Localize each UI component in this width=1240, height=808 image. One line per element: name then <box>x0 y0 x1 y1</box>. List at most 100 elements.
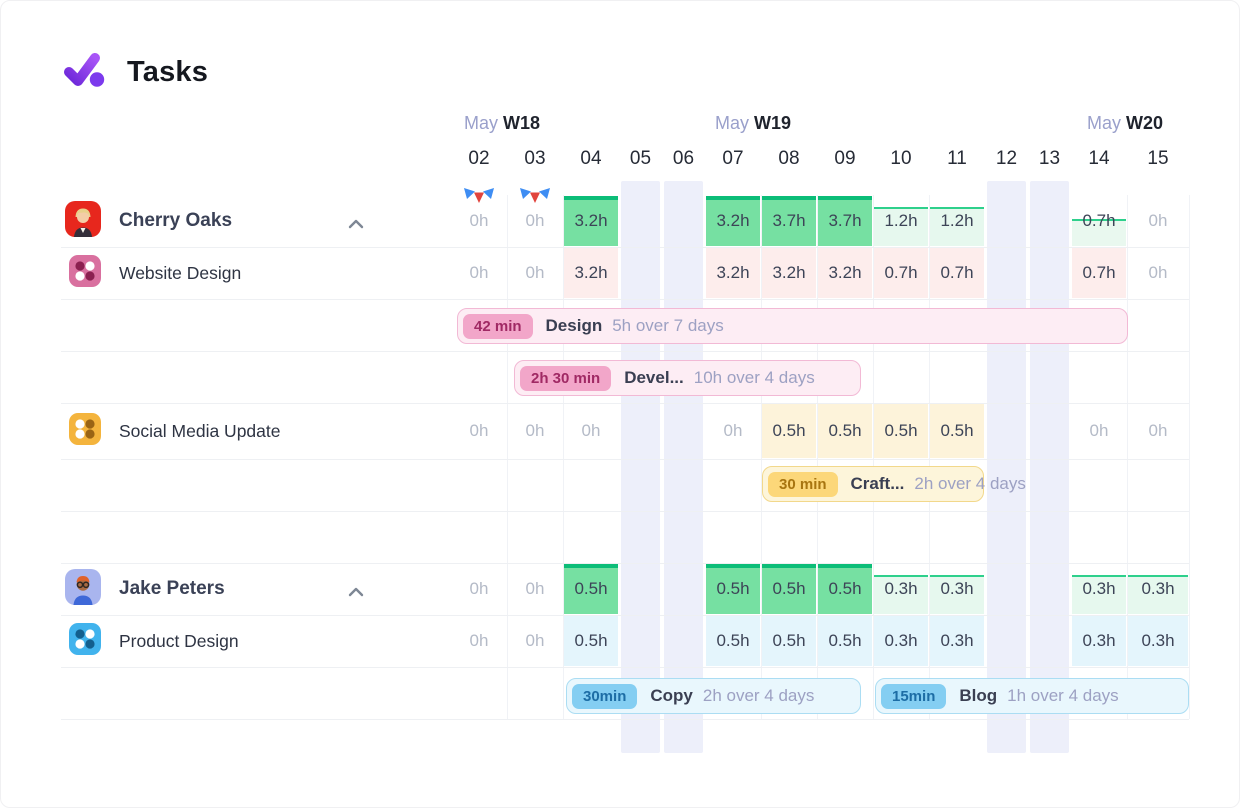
hour-cell[interactable]: 0.7h <box>1072 248 1126 298</box>
hour-cell[interactable]: 0.5h <box>706 616 760 666</box>
avatar <box>65 201 101 242</box>
hour-cell[interactable]: 0h <box>508 564 562 614</box>
column-gridline <box>1189 195 1190 719</box>
task-meta: 2h over 4 days <box>703 686 815 706</box>
project-row-label[interactable]: Social Media Update <box>69 415 280 447</box>
project-name: Website Design <box>119 263 241 284</box>
duration-badge: 30min <box>572 684 637 709</box>
hour-cell[interactable]: 0h <box>452 564 506 614</box>
day-header: 02 <box>451 146 507 172</box>
person-name: Cherry Oaks <box>119 210 232 232</box>
duration-badge: 30 min <box>768 472 838 497</box>
hour-cell[interactable]: 0.3h <box>930 616 984 666</box>
hour-cell[interactable]: 0.7h <box>874 248 928 298</box>
hour-cell[interactable]: 0.5h <box>564 564 618 614</box>
row-divider <box>61 459 1189 460</box>
hour-cell[interactable]: 0.5h <box>874 404 928 458</box>
duration-badge: 15min <box>881 684 946 709</box>
hour-cell[interactable]: 0.3h <box>1128 616 1188 666</box>
hour-cell[interactable]: 0.7h <box>1072 196 1126 246</box>
hour-cell[interactable]: 3.2h <box>818 248 872 298</box>
row-divider <box>61 351 1189 352</box>
task-bar[interactable]: 15min Blog 1h over 4 days <box>875 678 1189 714</box>
hour-cell[interactable]: 0.3h <box>1072 616 1126 666</box>
project-name: Product Design <box>119 631 239 652</box>
task-title: Design <box>546 316 603 336</box>
hour-cell[interactable]: 0.3h <box>874 616 928 666</box>
task-bar[interactable]: 30 minCraft...2h over 4 days <box>762 466 984 502</box>
row-divider <box>61 403 1189 404</box>
tasks-app-window: Tasks MayW18MayW19MayW200203040506070809… <box>0 0 1240 808</box>
day-header: 07 <box>705 146 761 172</box>
row-divider <box>61 511 1189 512</box>
hour-cell[interactable]: 1.2h <box>874 196 928 246</box>
day-header: 08 <box>761 146 817 172</box>
hour-cell[interactable]: 0h <box>508 248 562 298</box>
hour-cell[interactable]: 3.2h <box>706 248 760 298</box>
day-header: 14 <box>1071 146 1127 172</box>
hour-cell[interactable]: 0h <box>564 404 618 458</box>
hour-cell[interactable]: 0.5h <box>930 404 984 458</box>
task-bar[interactable]: 2h 30 minDevel...10h over 4 days <box>514 360 861 396</box>
task-bar[interactable]: 30min Copy 2h over 4 days <box>566 678 861 714</box>
hour-cell[interactable]: 0.3h <box>1128 564 1188 614</box>
hour-cell[interactable]: 0.5h <box>564 616 618 666</box>
person-row-label[interactable]: Jake Peters <box>65 571 225 607</box>
person-row-label[interactable]: Cherry Oaks <box>65 203 232 239</box>
hour-cell[interactable]: 0h <box>1072 404 1126 458</box>
person-name: Jake Peters <box>119 578 225 600</box>
hour-cell[interactable]: 0.5h <box>762 616 816 666</box>
hour-cell[interactable]: 0h <box>706 404 760 458</box>
hour-cell[interactable]: 0.3h <box>1072 564 1126 614</box>
task-title: Copy <box>650 686 693 706</box>
avatar <box>65 569 101 610</box>
hour-cell[interactable]: 0h <box>508 616 562 666</box>
day-header: 12 <box>985 146 1028 172</box>
hour-cell[interactable]: 0h <box>1128 404 1188 458</box>
hour-cell[interactable]: 0h <box>1128 248 1188 298</box>
hour-cell[interactable]: 3.2h <box>564 248 618 298</box>
hour-cell[interactable]: 3.2h <box>706 196 760 246</box>
hour-cell[interactable]: 0.5h <box>818 404 872 458</box>
hour-cell[interactable]: 1.2h <box>930 196 984 246</box>
task-meta: 10h over 4 days <box>694 368 815 388</box>
day-header: 15 <box>1127 146 1189 172</box>
hour-cell[interactable]: 0h <box>452 616 506 666</box>
task-meta: 1h over 4 days <box>1007 686 1119 706</box>
day-header: 09 <box>817 146 873 172</box>
hour-cell[interactable]: 0h <box>452 404 506 458</box>
hour-cell[interactable]: 0.5h <box>818 564 872 614</box>
hour-cell[interactable]: 0h <box>1128 196 1188 246</box>
hour-cell[interactable]: 0.3h <box>930 564 984 614</box>
task-title: Blog <box>959 686 997 706</box>
row-divider <box>61 563 1189 564</box>
task-meta: 2h over 4 days <box>914 474 1026 494</box>
hour-cell[interactable]: 0.5h <box>762 564 816 614</box>
project-name: Social Media Update <box>119 421 280 442</box>
hour-cell[interactable]: 0.5h <box>762 404 816 458</box>
task-title: Craft... <box>851 474 905 494</box>
row-divider <box>61 719 1189 720</box>
project-row-label[interactable]: Product Design <box>69 625 239 657</box>
row-divider <box>61 299 1189 300</box>
task-bar[interactable]: 42 minDesign5h over 7 days <box>457 308 1128 344</box>
hour-cell[interactable]: 0h <box>452 248 506 298</box>
collapse-chevron-icon[interactable] <box>348 216 364 226</box>
hour-cell[interactable]: 0.3h <box>874 564 928 614</box>
hour-cell[interactable]: 0h <box>508 404 562 458</box>
app-logo-icon <box>61 49 107 96</box>
hour-cell[interactable]: 0.5h <box>818 616 872 666</box>
hour-cell[interactable]: 3.7h <box>818 196 872 246</box>
hour-cell[interactable]: 0h <box>508 196 562 246</box>
hour-cell[interactable]: 0.5h <box>706 564 760 614</box>
project-row-label[interactable]: Website Design <box>69 257 241 289</box>
project-icon <box>69 623 101 660</box>
hour-cell[interactable]: 3.2h <box>762 248 816 298</box>
hour-cell[interactable]: 3.7h <box>762 196 816 246</box>
hour-cell[interactable]: 3.2h <box>564 196 618 246</box>
collapse-chevron-icon[interactable] <box>348 584 364 594</box>
hour-cell[interactable]: 0.7h <box>930 248 984 298</box>
task-title: Devel... <box>624 368 684 388</box>
day-header: 04 <box>563 146 619 172</box>
hour-cell[interactable]: 0h <box>452 196 506 246</box>
